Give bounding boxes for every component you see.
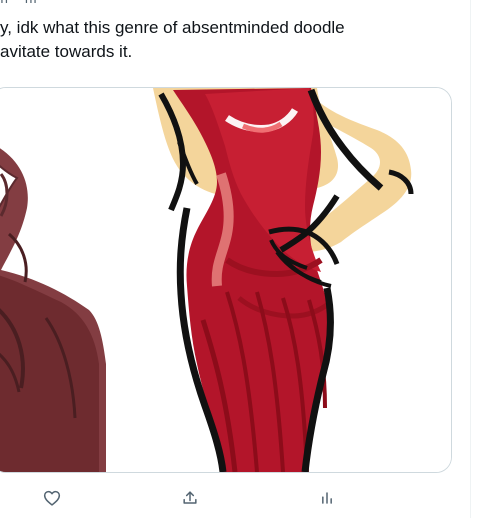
heart-icon <box>42 488 62 513</box>
tweet-media[interactable] <box>0 87 452 473</box>
like-button[interactable] <box>37 485 67 515</box>
timeline-divider <box>470 0 471 518</box>
views-button[interactable] <box>312 485 342 515</box>
more-options-button[interactable] <box>424 0 452 5</box>
tweet-page: ıl · ıll y, idk what this genre of absen… <box>0 0 489 518</box>
share-icon <box>180 488 200 513</box>
share-button[interactable] <box>175 485 205 515</box>
tweet-text: y, idk what this genre of absentminded d… <box>0 18 345 61</box>
drawing-image <box>0 88 451 472</box>
top-stats-stub: ıl · ıll <box>0 0 80 5</box>
more-icon <box>426 0 450 7</box>
views-icon <box>317 488 337 513</box>
tweet-actions <box>0 485 489 515</box>
